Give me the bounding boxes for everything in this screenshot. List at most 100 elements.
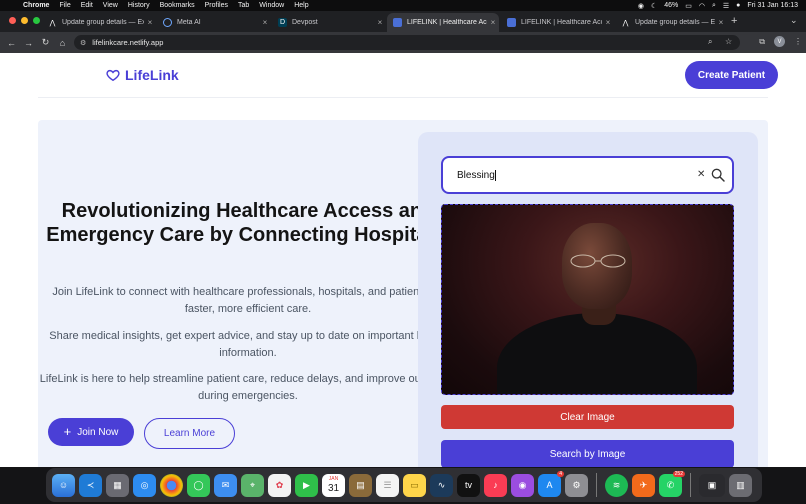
hero-paragraph-1: Join LifeLink to connect with healthcare… (52, 286, 444, 315)
contacts-icon[interactable]: ▤ (349, 473, 372, 497)
tab-devpost[interactable]: D Devpost × (272, 13, 386, 32)
reminders-icon[interactable]: ☰ (376, 473, 399, 497)
hero-paragraph-3: LifeLink is here to help streamline pati… (39, 373, 457, 402)
forward-arrow-icon[interactable]: → (20, 38, 37, 48)
calendar-icon[interactable]: JAN 31 (322, 473, 345, 497)
mail-icon[interactable]: ✉ (214, 473, 237, 497)
minimize-window-button[interactable] (21, 17, 28, 24)
search-input-value[interactable]: Blessing (457, 170, 495, 181)
notes-icon[interactable]: ▭ (403, 473, 426, 497)
downloads-stack-icon[interactable]: ▣ (699, 473, 725, 497)
tab-lifelink-active[interactable]: LIFELINK | Healthcare Access × (387, 13, 499, 32)
music-icon[interactable]: ♪ (484, 473, 507, 497)
moon-icon[interactable]: ☾ (651, 2, 657, 10)
join-now-label: Join Now (77, 426, 119, 438)
menu-view[interactable]: View (103, 2, 118, 9)
podcasts-icon[interactable]: ◉ (511, 473, 534, 497)
status-circle-icon[interactable]: ◉ (638, 2, 644, 10)
heart-icon (106, 69, 120, 82)
wifi-icon[interactable]: ◠ (699, 2, 705, 10)
menu-app-name[interactable]: Chrome (23, 2, 49, 9)
system-settings-icon[interactable]: ⚙ (565, 473, 588, 497)
freeform-icon[interactable]: ∿ (430, 473, 453, 497)
clear-search-icon[interactable]: ✕ (697, 169, 705, 180)
menu-profiles[interactable]: Profiles (205, 2, 228, 9)
facetime-icon[interactable]: ▶ (295, 473, 318, 497)
search-input[interactable]: Blessing ✕ (441, 156, 734, 194)
close-tab-icon[interactable]: × (602, 18, 614, 27)
address-bar[interactable]: ⚙ lifelinkcare.netlify.app ⌕ ☆ (74, 35, 740, 50)
close-window-button[interactable] (9, 17, 16, 24)
zoom-icon[interactable]: ⌕ (708, 37, 712, 47)
app-store-icon[interactable]: A4 (538, 470, 564, 497)
safari-icon[interactable]: ◎ (133, 473, 156, 497)
vscode-icon[interactable]: ≺ (79, 473, 102, 497)
messages-icon[interactable]: ◯ (187, 473, 210, 497)
bookmark-star-icon[interactable]: ☆ (725, 37, 732, 46)
chrome-icon[interactable] (160, 473, 183, 497)
learn-more-button[interactable]: Learn More (144, 418, 235, 449)
url-text[interactable]: lifelinkcare.netlify.app (92, 38, 163, 47)
lifelink-favicon-icon (393, 18, 402, 27)
tab-title: Meta AI (177, 19, 201, 26)
devpost-icon: D (278, 18, 287, 27)
logo-text: LifeLink (125, 67, 179, 83)
spotify-icon[interactable]: ≋ (605, 473, 628, 497)
apple-tv-icon[interactable]: tv (457, 473, 480, 497)
close-tab-icon[interactable]: × (715, 18, 727, 27)
site-info-icon[interactable]: ⚙ (80, 39, 86, 47)
siri-icon[interactable]: ● (736, 2, 740, 9)
menu-tab[interactable]: Tab (238, 2, 249, 9)
launchpad-icon[interactable]: ▦ (106, 473, 129, 497)
zoom-window-button[interactable] (33, 17, 40, 24)
control-center-icon[interactable]: ☰ (723, 2, 729, 10)
menu-edit[interactable]: Edit (81, 2, 93, 9)
search-by-image-button[interactable]: Search by Image (441, 440, 734, 467)
trash-icon[interactable]: ▥ (729, 473, 752, 497)
expo-icon: ⋀ (622, 19, 629, 27)
more-menu-icon[interactable]: ⋮ (794, 37, 802, 46)
home-icon[interactable]: ⌂ (54, 38, 71, 48)
clear-image-button[interactable]: Clear Image (441, 405, 734, 429)
maps-icon[interactable]: ⌖ (241, 473, 264, 497)
whatsapp-icon[interactable]: ✆ 252 (659, 470, 685, 497)
tab-title: Update group details — Expo (62, 19, 144, 26)
battery-icon[interactable]: ▭ (685, 2, 692, 10)
back-arrow-icon[interactable]: ← (3, 38, 20, 48)
site-logo[interactable]: LifeLink (106, 67, 179, 83)
join-now-button[interactable]: + Join Now (48, 418, 134, 446)
extensions-puzzle-icon[interactable]: ⧉ (759, 37, 765, 47)
calendar-month: JAN (328, 476, 339, 482)
reload-icon[interactable]: ↻ (37, 37, 54, 48)
clock-datetime[interactable]: Fri 31 Jan 16:13 (747, 2, 798, 9)
close-tab-icon[interactable]: × (487, 18, 499, 27)
expo-icon: ⋀ (49, 19, 56, 27)
create-patient-button[interactable]: Create Patient (685, 61, 778, 89)
profile-avatar[interactable]: V (774, 36, 785, 47)
tab-expo-1[interactable]: ⋀ Update group details — Expo × (42, 13, 156, 32)
window-controls (9, 17, 40, 24)
close-tab-icon[interactable]: × (259, 18, 271, 27)
tab-lifelink-2[interactable]: LIFELINK | Healthcare Access × (501, 13, 614, 32)
photo-glasses-shape (570, 254, 626, 268)
menu-history[interactable]: History (128, 2, 150, 9)
search-icon[interactable] (710, 167, 726, 183)
uploaded-image-preview[interactable] (441, 204, 734, 395)
tab-expo-2[interactable]: ⋀ Update group details — Expo × (615, 13, 727, 32)
menu-file[interactable]: File (59, 2, 70, 9)
close-tab-icon[interactable]: × (144, 18, 156, 27)
postman-icon[interactable]: ✈ (632, 473, 655, 497)
dock-separator (596, 473, 597, 497)
tab-search-chevron-icon[interactable]: ⌄ (790, 15, 798, 26)
close-tab-icon[interactable]: × (374, 18, 386, 27)
tab-meta-ai[interactable]: Meta AI × (157, 13, 271, 32)
finder-icon[interactable]: ☺ (52, 473, 75, 497)
photos-icon[interactable]: ✿ (268, 473, 291, 497)
menu-bookmarks[interactable]: Bookmarks (160, 2, 195, 9)
dock-separator (690, 473, 691, 497)
spotlight-search-icon[interactable]: ⌕ (712, 2, 716, 10)
menu-help[interactable]: Help (294, 2, 308, 9)
app-store-badge: 4 (557, 470, 564, 477)
new-tab-button[interactable]: + (731, 15, 737, 27)
menu-window[interactable]: Window (259, 2, 284, 9)
